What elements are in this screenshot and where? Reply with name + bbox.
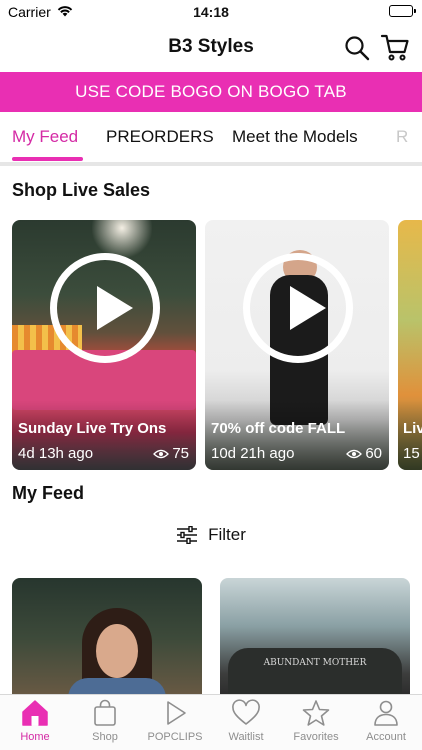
cart-icon xyxy=(380,34,409,61)
nav-label: POPCLIPS xyxy=(147,731,203,743)
person-icon xyxy=(374,700,398,726)
star-icon xyxy=(302,700,330,726)
heart-icon xyxy=(232,699,260,725)
nav-label: Favorites xyxy=(293,731,339,743)
tab-meet-the-models[interactable]: Meet the Models xyxy=(232,127,358,147)
nav-bar: B3 Styles xyxy=(0,24,422,72)
filter-label: Filter xyxy=(208,525,246,544)
feed-post[interactable] xyxy=(12,578,202,698)
live-sale-card[interactable]: 70% off code FALL 10d 21h ago 60 xyxy=(205,220,389,470)
live-sale-time: 15 xyxy=(403,445,420,462)
nav-label: Shop xyxy=(92,731,118,743)
nav-label: Waitlist xyxy=(228,731,264,743)
active-tab-indicator xyxy=(12,157,83,161)
view-count: 75 xyxy=(153,445,189,462)
shopping-bag-icon xyxy=(94,699,116,726)
cart-button[interactable] xyxy=(380,32,410,62)
play-icon[interactable] xyxy=(50,253,160,363)
live-sale-title: 70% off code FALL xyxy=(211,420,346,437)
tabs-divider xyxy=(0,162,422,166)
nav-label: Home xyxy=(20,731,50,743)
live-sale-title: Liv xyxy=(403,420,422,437)
promo-banner[interactable]: USE CODE BOGO ON BOGO TAB xyxy=(0,72,422,112)
home-icon xyxy=(22,700,48,726)
sliders-icon xyxy=(177,526,198,544)
category-tabs: My Feed PREORDERS Meet the Models R xyxy=(0,112,422,164)
live-sale-title: Sunday Live Try Ons xyxy=(18,420,167,437)
tab-preorders[interactable]: PREORDERS xyxy=(106,127,214,147)
eye-icon xyxy=(153,449,170,458)
clock: 14:18 xyxy=(193,4,229,20)
nav-account[interactable]: Account xyxy=(351,699,421,743)
battery-icon xyxy=(389,5,416,17)
sign-text: ABUNDANT MOTHER xyxy=(263,658,367,668)
feed-post[interactable]: ABUNDANT MOTHER xyxy=(220,578,410,698)
search-icon xyxy=(345,36,370,61)
nav-favorites[interactable]: Favorites xyxy=(281,699,351,743)
filter-button[interactable]: Filter xyxy=(0,523,422,547)
nav-popclips[interactable]: POPCLIPS xyxy=(140,699,210,743)
view-count-value: 60 xyxy=(365,445,382,462)
nav-label: Account xyxy=(366,731,406,743)
live-sale-time: 4d 13h ago xyxy=(18,445,94,462)
tab-my-feed[interactable]: My Feed xyxy=(12,127,78,147)
play-icon xyxy=(167,701,186,725)
section-title-live-sales: Shop Live Sales xyxy=(12,180,151,200)
nav-home[interactable]: Home xyxy=(0,699,70,743)
live-sale-time: 10d 21h ago xyxy=(211,445,295,462)
view-count-value: 75 xyxy=(172,445,189,462)
nav-shop[interactable]: Shop xyxy=(70,699,140,743)
tab-partial[interactable]: R xyxy=(396,127,408,147)
bottom-tab-bar: Home Shop POPCLIPS Waitlist Favorites Ac… xyxy=(0,694,422,750)
play-icon[interactable] xyxy=(243,253,353,363)
status-bar: Carrier 14:18 xyxy=(0,0,422,24)
live-sale-card[interactable]: Sunday Live Try Ons 4d 13h ago 75 xyxy=(12,220,196,470)
section-title-my-feed: My Feed xyxy=(12,483,85,503)
search-button[interactable] xyxy=(344,35,370,61)
eye-icon xyxy=(346,449,363,458)
nav-waitlist[interactable]: Waitlist xyxy=(211,699,281,743)
live-sale-card-partial[interactable]: Liv 15 xyxy=(398,220,422,470)
view-count: 60 xyxy=(346,445,382,462)
